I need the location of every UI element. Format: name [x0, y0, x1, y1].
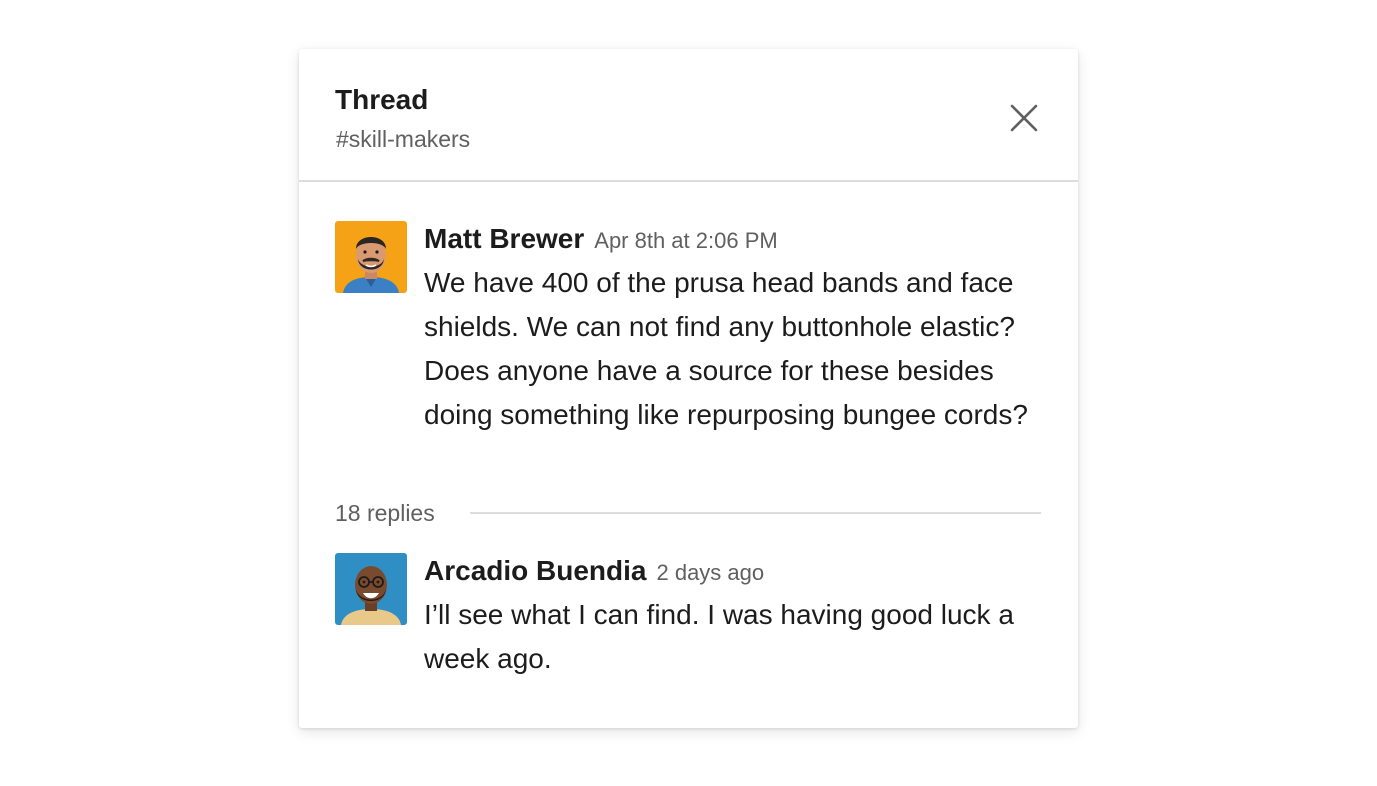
close-icon — [1010, 104, 1038, 132]
replies-separator: 18 replies — [335, 496, 1041, 530]
reply-message: Arcadio Buendia 2 days ago I’ll see what … — [335, 553, 1041, 693]
thread-header: Thread #skill-makers — [299, 49, 1078, 182]
message-body: Arcadio Buendia 2 days ago I’ll see what … — [424, 553, 1044, 681]
author-name[interactable]: Matt Brewer — [424, 223, 584, 254]
thread-channel-link[interactable]: #skill-makers — [336, 125, 470, 153]
message-meta: Arcadio Buendia 2 days ago — [424, 553, 1044, 589]
avatar-image — [335, 221, 407, 293]
message-meta: Matt Brewer Apr 8th at 2:06 PM — [424, 221, 1044, 257]
replies-count: 18 replies — [335, 500, 435, 526]
avatar-image — [335, 553, 407, 625]
message-body: Matt Brewer Apr 8th at 2:06 PM We have 40… — [424, 221, 1044, 437]
close-button[interactable] — [1007, 101, 1041, 135]
avatar[interactable] — [335, 553, 407, 625]
thread-panel: Thread #skill-makers Matt Brewer Apr 8th… — [299, 49, 1078, 728]
thread-title: Thread — [335, 84, 429, 115]
message-timestamp[interactable]: 2 days ago — [656, 560, 764, 585]
message-text: We have 400 of the prusa head bands and … — [424, 267, 1028, 430]
author-name[interactable]: Arcadio Buendia — [424, 555, 646, 586]
avatar[interactable] — [335, 221, 407, 293]
message-timestamp[interactable]: Apr 8th at 2:06 PM — [594, 228, 777, 253]
parent-message: Matt Brewer Apr 8th at 2:06 PM We have 40… — [335, 221, 1041, 481]
message-text: I’ll see what I can find. I was having g… — [424, 599, 1014, 674]
replies-divider — [470, 512, 1041, 514]
